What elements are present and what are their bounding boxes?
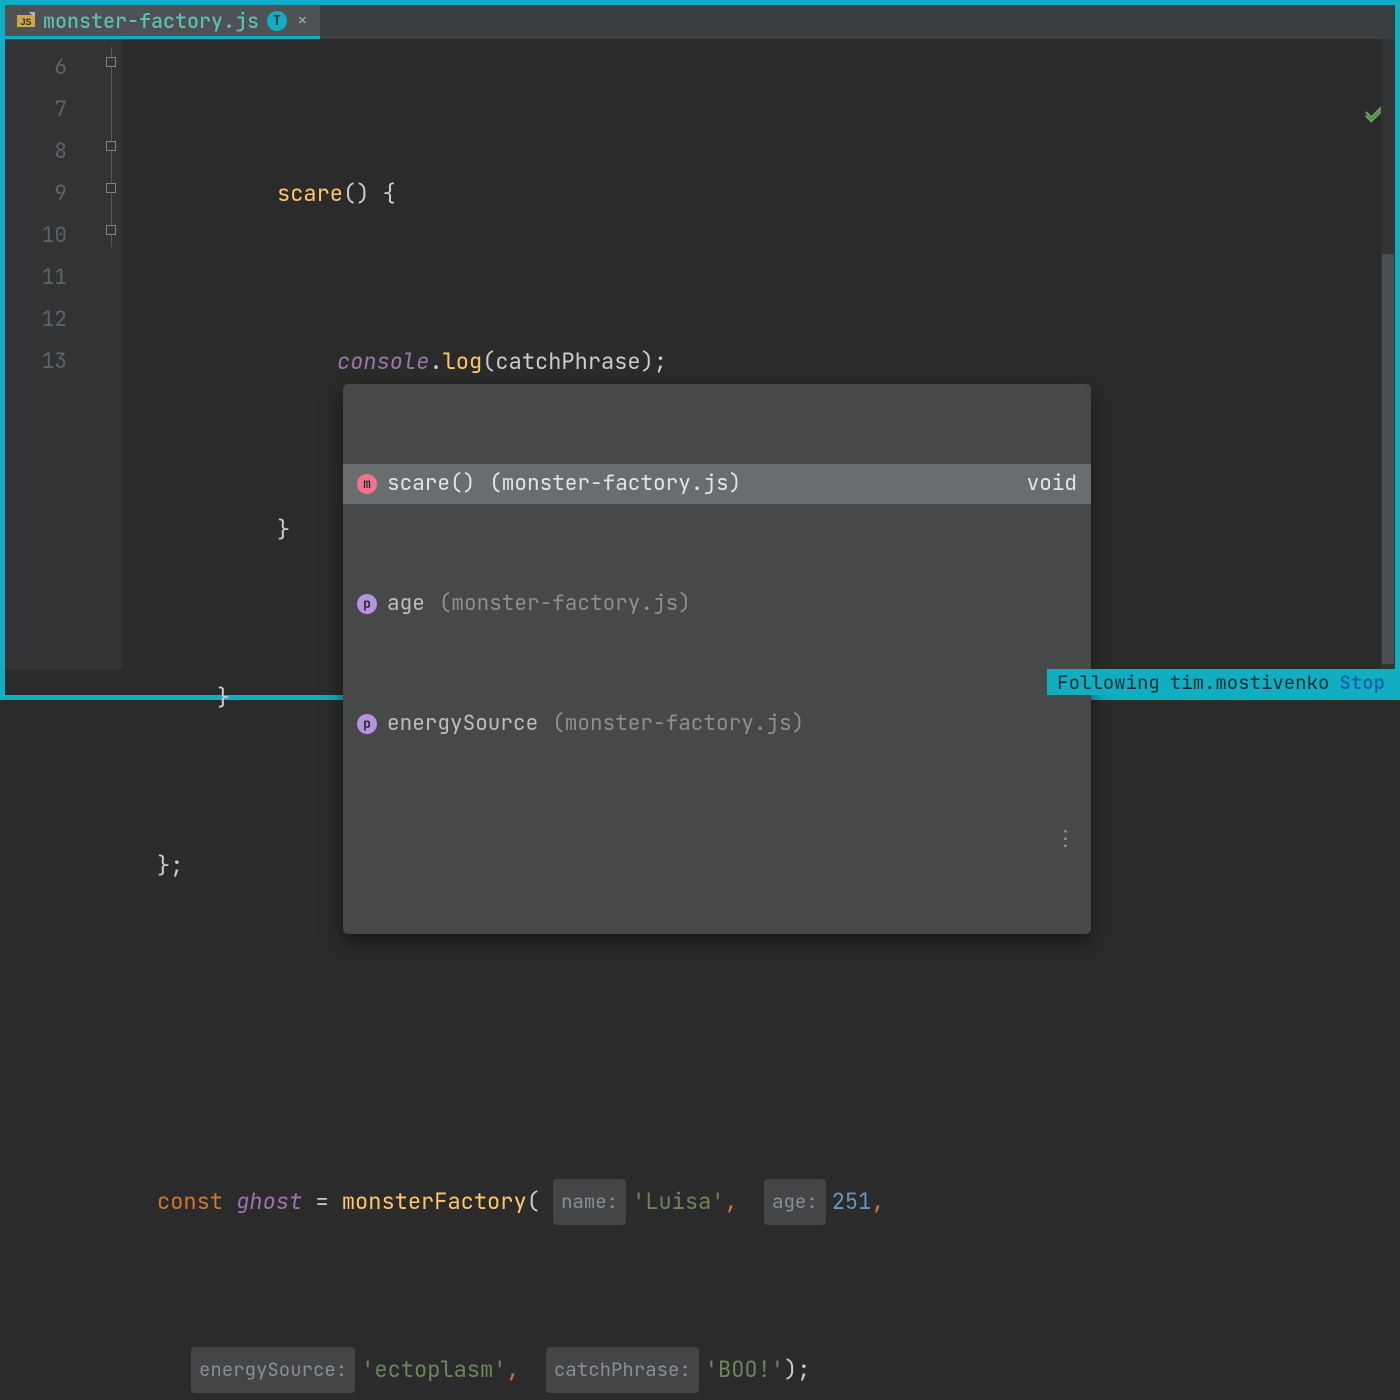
token-string: 'ectoplasm' [361, 1349, 506, 1391]
token-comma: , [506, 1349, 519, 1391]
token-arg: catchPhrase [495, 347, 640, 376]
more-icon[interactable]: ⋮ [1055, 819, 1077, 859]
stop-following-link[interactable]: Stop [1339, 670, 1385, 695]
autocomplete-footer: ⋮ [343, 824, 1091, 854]
code-line[interactable]: energySource:'ectoplasm', catchPhrase:'B… [157, 1349, 1395, 1391]
property-icon: p [357, 714, 377, 734]
token-comma: , [871, 1181, 884, 1223]
token-number: 251 [832, 1181, 872, 1223]
following-indicator[interactable]: Following tim.mostivenko Stop [1047, 669, 1395, 695]
token-paren: ( [527, 1181, 540, 1223]
editor-area: 6 7 8 9 10 11 12 13 scare() { console.lo… [5, 39, 1395, 669]
code-line[interactable]: scare() { [157, 173, 1395, 215]
token-string: 'Luisa' [632, 1181, 724, 1223]
token-ident: console [337, 347, 429, 376]
fold-marker[interactable] [106, 57, 116, 67]
line-number: 7 [5, 89, 67, 131]
autocomplete-source: (monster-factory.js) [489, 464, 741, 504]
token-comma: , [724, 1181, 737, 1223]
line-number: 10 [5, 215, 67, 257]
line-number: 6 [5, 47, 67, 89]
following-user: tim.mostivenko [1170, 670, 1330, 695]
token-close: ); [784, 1349, 810, 1391]
following-label: Following [1057, 670, 1160, 695]
token-brace: } [157, 509, 290, 551]
line-number: 9 [5, 173, 67, 215]
property-icon: p [357, 594, 377, 614]
autocomplete-item[interactable]: p age (monster-factory.js) [343, 584, 1091, 624]
tab-filename: monster-factory.js [43, 8, 259, 34]
scrollbar-thumb[interactable] [1382, 254, 1394, 664]
file-tab[interactable]: JS monster-factory.js T × [5, 5, 320, 39]
js-file-icon: JS [17, 12, 35, 30]
footer: Following tim.mostivenko Stop [5, 669, 1395, 695]
token-eq: = [315, 1181, 328, 1223]
fold-marker[interactable] [106, 141, 116, 151]
param-hint: catchPhrase: [546, 1347, 699, 1393]
token-function: scare [277, 179, 343, 208]
code-area[interactable]: scare() { console.log(catchPhrase); } } … [123, 39, 1395, 669]
code-line[interactable]: console.log(catchPhrase); [157, 341, 1395, 383]
fold-marker[interactable] [106, 225, 116, 235]
autocomplete-popup[interactable]: m scare() (monster-factory.js) void p ag… [343, 384, 1091, 934]
svg-text:JS: JS [20, 17, 31, 27]
method-icon: m [357, 474, 377, 494]
token-dot: . [429, 347, 442, 376]
close-icon[interactable]: × [297, 9, 308, 32]
param-hint: energySource: [191, 1347, 355, 1393]
param-hint: name: [553, 1179, 626, 1225]
autocomplete-item[interactable]: m scare() (monster-factory.js) void [343, 464, 1091, 504]
token-end: }; [157, 845, 183, 887]
tab-bar: JS monster-factory.js T × [5, 5, 1395, 39]
token-paren: ( [482, 347, 495, 376]
scrollbar-track[interactable] [1381, 39, 1395, 669]
autocomplete-source: (monster-factory.js) [552, 704, 804, 744]
token-keyword: const [157, 1181, 223, 1223]
token-punct: () { [343, 179, 396, 208]
fold-marker[interactable] [106, 183, 116, 193]
gutter: 6 7 8 9 10 11 12 13 [5, 39, 101, 669]
collaborator-badge: T [267, 11, 287, 31]
line-number: 11 [5, 257, 67, 299]
code-line[interactable] [157, 1013, 1395, 1055]
token-close: ); [641, 347, 667, 376]
autocomplete-label: scare() [387, 464, 475, 504]
line-number: 13 [5, 341, 67, 383]
inspection-ok-icon[interactable] [1284, 53, 1385, 179]
autocomplete-return-type: void [1027, 464, 1077, 504]
autocomplete-label: energySource [387, 704, 538, 744]
autocomplete-item[interactable]: p energySource (monster-factory.js) [343, 704, 1091, 744]
autocomplete-source: (monster-factory.js) [439, 584, 691, 624]
token-method: log [443, 347, 483, 376]
param-hint: age: [764, 1179, 826, 1225]
token-function: monsterFactory [342, 1181, 527, 1223]
line-number: 12 [5, 299, 67, 341]
autocomplete-label: age [387, 584, 425, 624]
line-number: 8 [5, 131, 67, 173]
token-string: 'BOO!' [705, 1349, 784, 1391]
token-variable: ghost [236, 1181, 302, 1223]
fold-column [101, 39, 123, 669]
code-line[interactable]: const ghost = monsterFactory( name:'Luis… [157, 1181, 1395, 1223]
